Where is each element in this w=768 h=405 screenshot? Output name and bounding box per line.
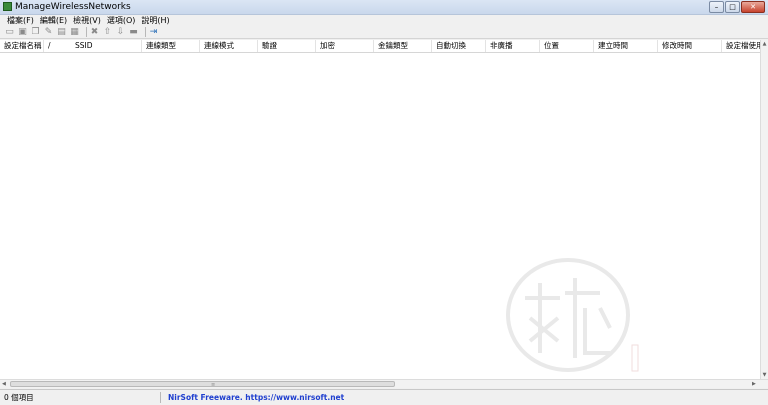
column-header-auto-switch[interactable]: 自動切換: [432, 40, 486, 52]
horizontal-scroll-thumb[interactable]: ≡: [10, 381, 395, 388]
toolbar-separator: [145, 27, 146, 37]
scroll-down-icon[interactable]: ▼: [761, 371, 768, 379]
toolbar: ▭ ▣ ❐ ✎ ▤ ▦ ✖ ⇧ ⇩ ▬ ⇥: [0, 26, 768, 39]
menu-options[interactable]: 選項(O): [104, 15, 139, 26]
column-header-key-type[interactable]: 金鑰類型: [374, 40, 432, 52]
save-icon[interactable]: ▭: [5, 27, 14, 37]
export-icon[interactable]: ▣: [18, 27, 27, 37]
app-icon: [3, 2, 12, 11]
edit-icon[interactable]: ✎: [44, 27, 53, 37]
toolbar-separator: [86, 27, 87, 37]
network-list[interactable]: [0, 53, 760, 379]
exit-icon[interactable]: ⇥: [149, 27, 158, 37]
menu-bar: 檔案(F) 編輯(E) 檢視(V) 選項(O) 說明(H): [0, 15, 768, 26]
status-bar: 0 個項目 NirSoft Freeware. https://www.nirs…: [0, 389, 768, 405]
html-report-icon[interactable]: ▦: [70, 27, 79, 37]
close-button[interactable]: ✕: [741, 1, 765, 13]
column-header-authentication[interactable]: 驗證: [258, 40, 316, 52]
item-count: 0 個項目: [4, 393, 34, 402]
move-down-icon[interactable]: ⇩: [116, 27, 125, 37]
column-header-encryption[interactable]: 加密: [316, 40, 374, 52]
column-header-profile-name[interactable]: 設定檔名稱: [0, 40, 44, 52]
scroll-left-icon[interactable]: ◀: [2, 380, 6, 388]
column-header-location[interactable]: 位置: [540, 40, 594, 52]
window-title: ManageWirelessNetworks: [15, 2, 131, 12]
properties-icon[interactable]: ▤: [57, 27, 66, 37]
move-up-icon[interactable]: ⇧: [103, 27, 112, 37]
minimize-button[interactable]: –: [709, 1, 724, 13]
status-divider: [160, 392, 161, 403]
vertical-scrollbar[interactable]: ▲ ▼: [760, 40, 768, 379]
sort-indicator: /: [48, 41, 51, 50]
scroll-right-icon[interactable]: ▶: [752, 380, 756, 388]
menu-view[interactable]: 檢視(V): [70, 15, 104, 26]
delete-icon[interactable]: ✖: [90, 27, 99, 37]
column-header-ssid[interactable]: SSID: [71, 40, 142, 52]
nirsoft-watermark-icon: [506, 258, 639, 372]
column-header-created-time[interactable]: 建立時間: [594, 40, 658, 52]
copy-icon[interactable]: ❐: [31, 27, 40, 37]
scroll-grip-icon: ≡: [211, 382, 216, 388]
column-header-non-broadcast[interactable]: 非廣播: [486, 40, 540, 52]
menu-help[interactable]: 說明(H): [138, 15, 172, 26]
menu-file[interactable]: 檔案(F): [4, 15, 37, 26]
nirsoft-link[interactable]: NirSoft Freeware. https://www.nirsoft.ne…: [168, 393, 344, 403]
column-header-connection-mode[interactable]: 連線模式: [200, 40, 258, 52]
horizontal-scrollbar[interactable]: ◀ ≡ ▶: [0, 379, 768, 388]
connect-icon[interactable]: ▬: [129, 27, 138, 37]
column-header-modified-time[interactable]: 修改時間: [658, 40, 722, 52]
scroll-up-icon[interactable]: ▲: [761, 40, 768, 48]
menu-edit[interactable]: 編輯(E): [37, 15, 70, 26]
title-bar[interactable]: ManageWirelessNetworks – □ ✕: [0, 0, 768, 15]
window-controls: – □ ✕: [709, 1, 765, 13]
column-header-profile-user[interactable]: 設定檔使用者: [722, 40, 760, 52]
list-header: 設定檔名稱 / SSID 連線類型 連線模式 驗證 加密 金鑰類型 自動切換 非…: [0, 40, 768, 53]
maximize-button[interactable]: □: [725, 1, 740, 13]
column-header-connection-type[interactable]: 連線類型: [142, 40, 200, 52]
